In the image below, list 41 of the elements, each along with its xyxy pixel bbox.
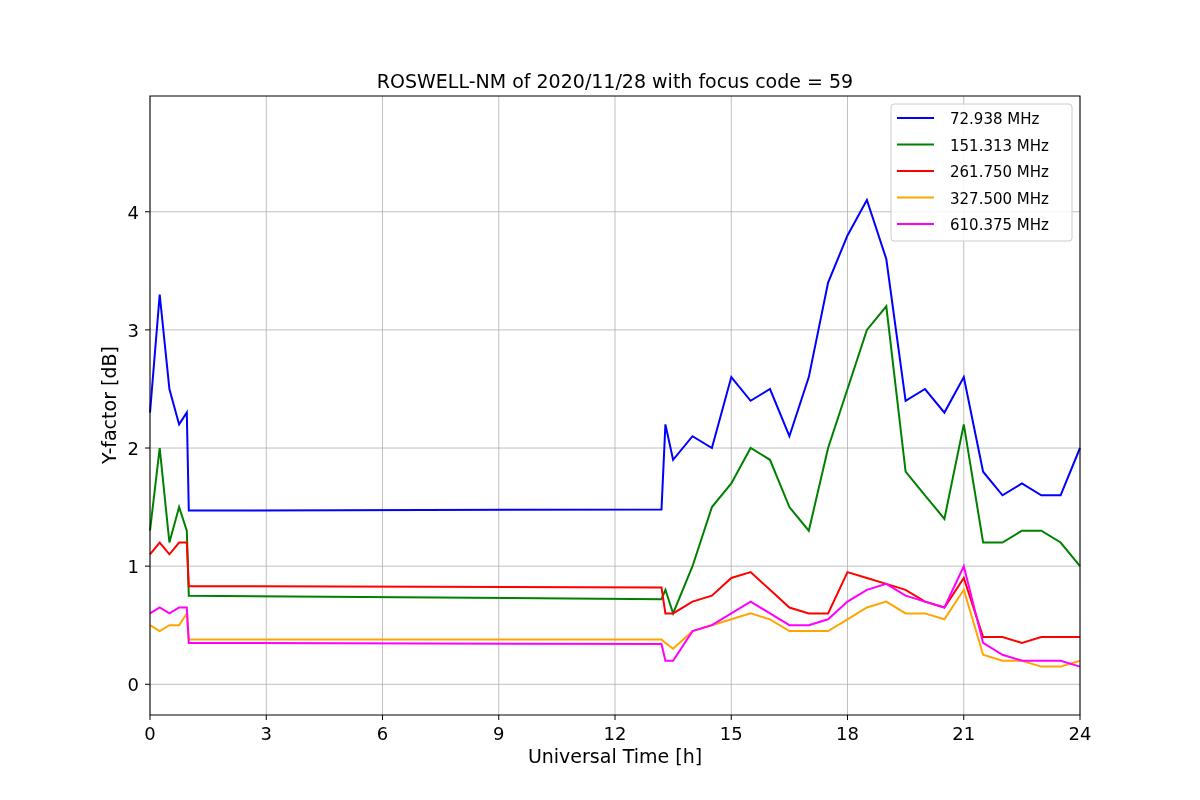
- tick-label: 6: [376, 723, 389, 744]
- legend-line: [896, 196, 935, 199]
- tick-label: 21: [952, 723, 976, 744]
- tick-label: 0: [144, 723, 156, 744]
- tick-label: 24: [1068, 723, 1092, 744]
- tick-label: 2: [127, 438, 139, 460]
- tick-mark: [498, 714, 500, 721]
- legend-label: 610.375 MHz: [950, 216, 1049, 234]
- tick-mark: [144, 683, 151, 685]
- tick-mark: [144, 329, 151, 331]
- legend-label: 72.938 MHz: [950, 110, 1040, 128]
- tick-label: 3: [260, 723, 272, 744]
- legend-line: [896, 223, 935, 225]
- tick-mark: [847, 714, 848, 721]
- tick-mark: [963, 714, 965, 721]
- tick-mark: [1079, 714, 1081, 721]
- tick-label: 12: [603, 723, 627, 744]
- tick-mark: [144, 211, 151, 213]
- legend-label: 261.750 MHz: [950, 163, 1049, 181]
- tick-mark: [614, 714, 616, 721]
- tick-label: 4: [127, 201, 139, 223]
- tick-mark: [382, 714, 383, 721]
- tick-label: 15: [719, 723, 743, 744]
- legend-label: 151.313 MHz: [950, 136, 1049, 155]
- tick-label: 3: [127, 319, 139, 341]
- legend-line: [896, 117, 935, 119]
- legend-line: [896, 170, 935, 172]
- chart-title: ROSWELL-NM of 2020/11/28 with focus code = 59: [376, 70, 854, 92]
- legend-line: [896, 143, 935, 146]
- tick-label: 9: [493, 723, 505, 744]
- tick-mark: [265, 714, 267, 721]
- legend-label: 327.500 MHz: [950, 189, 1049, 208]
- y-axis-label: Y-factor [dB]: [98, 346, 120, 464]
- tick-mark: [730, 714, 732, 721]
- tick-mark: [144, 565, 151, 567]
- x-axis-label: Universal Time [h]: [527, 745, 703, 767]
- tick-label: 1: [127, 556, 139, 578]
- tick-mark: [149, 714, 151, 721]
- tick-label: 0: [127, 674, 139, 696]
- tick-label: 18: [836, 723, 859, 744]
- tick-mark: [144, 447, 151, 449]
